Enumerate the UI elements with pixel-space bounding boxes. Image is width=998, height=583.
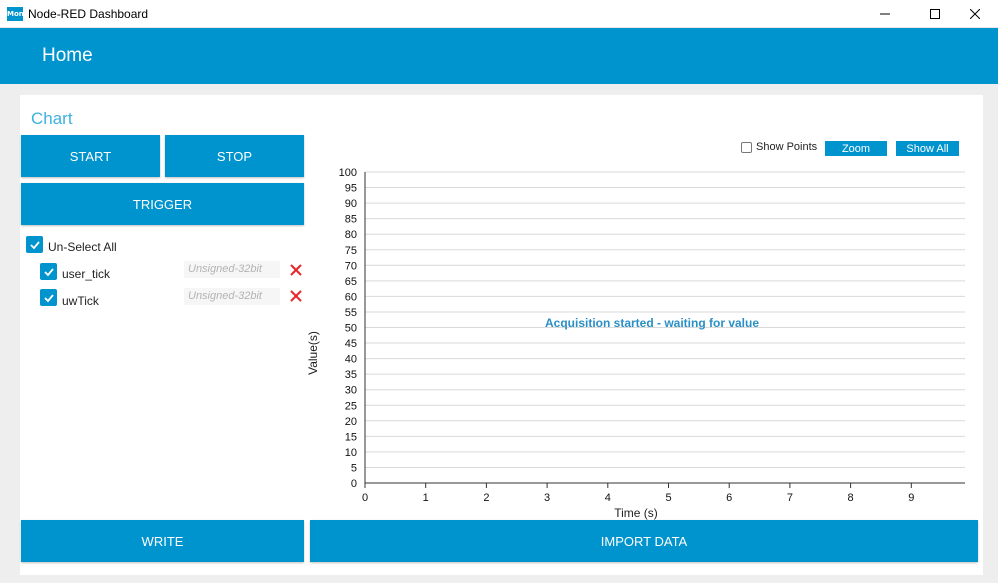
- variable-type-field[interactable]: Unsigned-32bit: [184, 288, 280, 305]
- variable-checkbox-uwtick[interactable]: [40, 289, 57, 306]
- y-tick-label: 65: [345, 276, 357, 288]
- minimize-button[interactable]: [862, 0, 908, 28]
- y-tick-label: 80: [345, 229, 357, 241]
- write-button[interactable]: WRITE: [21, 520, 304, 562]
- x-tick-label: 9: [908, 492, 914, 504]
- variable-type-field[interactable]: Unsigned-32bit: [184, 261, 280, 278]
- start-button[interactable]: START: [21, 135, 160, 177]
- chart-card: Chart START STOP TRIGGER Un-Select All u…: [20, 95, 983, 575]
- variable-checkbox-user-tick[interactable]: [40, 263, 57, 280]
- x-tick-label: 4: [605, 492, 611, 504]
- variable-name: uwTick: [62, 294, 99, 308]
- y-tick-label: 40: [345, 354, 357, 366]
- y-tick-label: 75: [345, 245, 357, 257]
- remove-icon[interactable]: [290, 290, 302, 302]
- close-icon: [970, 9, 980, 19]
- show-points-label: Show Points: [756, 141, 818, 153]
- x-tick-label: 5: [665, 492, 671, 504]
- y-tick-label: 35: [345, 369, 357, 381]
- y-tick-label: 100: [339, 167, 357, 179]
- close-button[interactable]: [952, 0, 998, 28]
- window-title: Node-RED Dashboard: [28, 7, 149, 21]
- x-tick-label: 6: [726, 492, 732, 504]
- show-points-checkbox[interactable]: [741, 142, 752, 153]
- checkmark-icon: [43, 267, 54, 276]
- chart-status-message: Acquisition started - waiting for value: [545, 316, 759, 330]
- line-chart[interactable]: 0510152025303540455055606570758085909510…: [305, 155, 965, 570]
- select-all-checkbox[interactable]: [26, 236, 43, 253]
- y-tick-label: 0: [351, 478, 357, 490]
- checkmark-icon: [43, 293, 54, 302]
- x-tick-label: 7: [787, 492, 793, 504]
- y-tick-label: 60: [345, 291, 357, 303]
- y-tick-label: 15: [345, 431, 357, 443]
- window-titlebar: Mon Node-RED Dashboard: [0, 0, 998, 28]
- x-tick-label: 1: [423, 492, 429, 504]
- stop-button[interactable]: STOP: [165, 135, 304, 177]
- app-icon: Mon: [7, 7, 24, 21]
- maximize-icon: [930, 9, 940, 19]
- import-data-button[interactable]: IMPORT DATA: [310, 520, 978, 562]
- y-axis-title: Value(s): [306, 331, 320, 375]
- y-tick-label: 70: [345, 260, 357, 272]
- x-tick-label: 3: [544, 492, 550, 504]
- y-tick-label: 45: [345, 338, 357, 350]
- minimize-icon: [880, 13, 890, 15]
- y-tick-label: 10: [345, 447, 357, 459]
- select-all-label: Un-Select All: [48, 240, 117, 254]
- x-tick-label: 8: [848, 492, 854, 504]
- y-tick-label: 95: [345, 183, 357, 195]
- y-tick-label: 25: [345, 400, 357, 412]
- y-tick-label: 30: [345, 385, 357, 397]
- show-all-button[interactable]: Show All: [896, 141, 959, 156]
- y-tick-label: 55: [345, 307, 357, 319]
- trigger-button[interactable]: TRIGGER: [21, 183, 304, 225]
- card-title: Chart: [31, 109, 73, 128]
- zoom-button[interactable]: Zoom: [825, 141, 887, 156]
- x-tick-label: 2: [483, 492, 489, 504]
- checkmark-icon: [29, 240, 40, 249]
- dashboard-header: Home: [0, 28, 998, 84]
- x-tick-label: 0: [362, 492, 368, 504]
- y-tick-label: 85: [345, 214, 357, 226]
- main-content: Chart START STOP TRIGGER Un-Select All u…: [0, 84, 998, 583]
- y-tick-label: 20: [345, 416, 357, 428]
- y-tick-label: 90: [345, 198, 357, 210]
- x-axis-title: Time (s): [614, 506, 658, 520]
- variable-name: user_tick: [62, 267, 111, 281]
- page-title: Home: [42, 45, 93, 66]
- y-tick-label: 50: [345, 323, 357, 335]
- remove-icon[interactable]: [290, 264, 302, 276]
- y-tick-label: 5: [351, 462, 357, 474]
